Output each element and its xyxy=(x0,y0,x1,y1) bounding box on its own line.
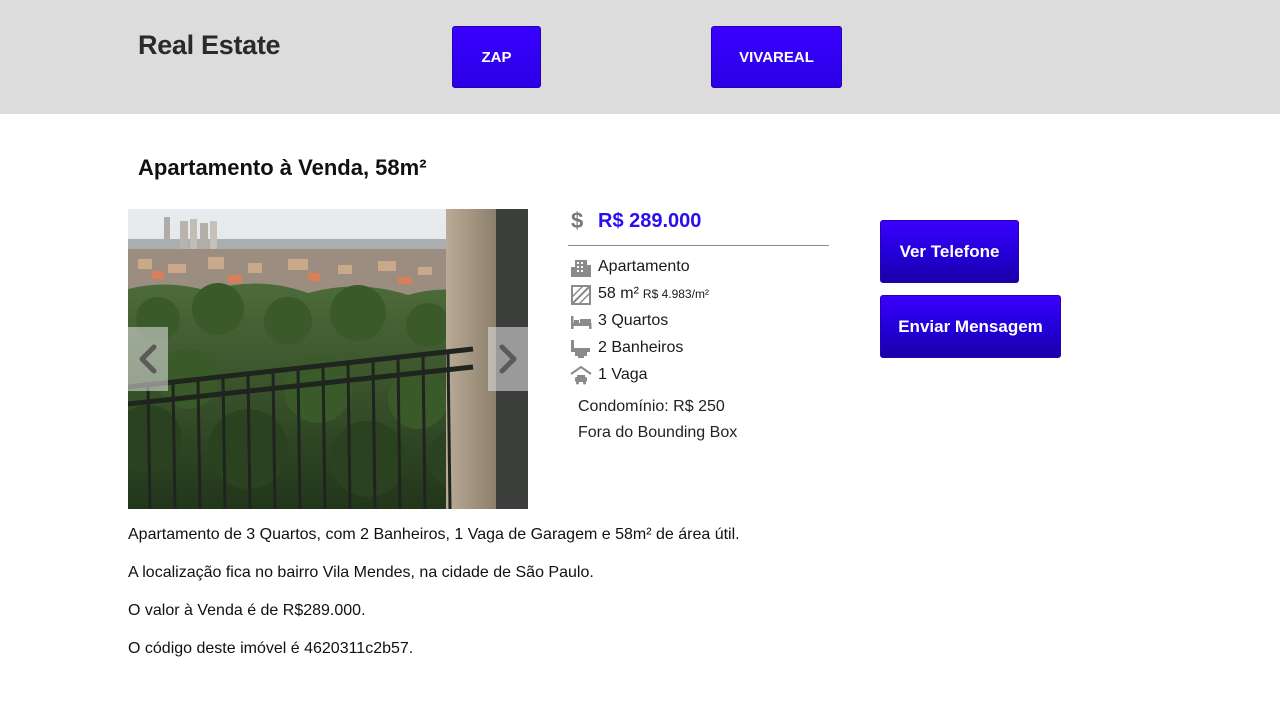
gallery-prev-button[interactable] xyxy=(128,327,168,391)
photo-gallery[interactable] xyxy=(128,209,528,509)
description-line: O valor à Venda é de R$289.000. xyxy=(128,602,366,619)
feature-type: Apartamento xyxy=(568,257,838,281)
page-title: Apartamento à Venda, 58m² xyxy=(138,155,427,180)
feature-bedrooms: 3 Quartos xyxy=(568,311,838,335)
bed-icon xyxy=(571,316,592,329)
chevron-right-icon xyxy=(499,344,517,374)
brand-title[interactable]: Real Estate xyxy=(138,30,281,61)
view-phone-button[interactable]: Ver Telefone xyxy=(880,220,1019,283)
price-per-m2: R$ 4.983/m² xyxy=(642,287,709,301)
feature-bathrooms: 2 Banheiros xyxy=(568,338,838,362)
feature-parking: 1 Vaga xyxy=(568,365,838,389)
chevron-left-icon xyxy=(139,344,157,374)
zap-button[interactable]: ZAP xyxy=(452,26,541,88)
price-row: $ R$ 289.000 xyxy=(568,207,829,246)
condominio-fee: Condomínio: R$ 250 xyxy=(578,398,725,415)
area-icon xyxy=(571,285,591,305)
description-line: Apartamento de 3 Quartos, com 2 Banheiro… xyxy=(128,526,740,543)
garage-icon xyxy=(570,366,592,385)
feature-type-text: Apartamento xyxy=(598,258,690,275)
feature-area-text: 58 m² R$ 4.983/m² xyxy=(598,285,709,303)
feature-area: 58 m² R$ 4.983/m² xyxy=(568,284,838,308)
building-icon xyxy=(571,260,591,277)
bathroom-icon xyxy=(571,340,590,358)
extra-note: Fora do Bounding Box xyxy=(578,424,738,441)
feature-bathrooms-text: 2 Banheiros xyxy=(598,339,684,356)
top-header: Real Estate ZAP VIVAREAL xyxy=(0,0,1280,114)
send-message-button[interactable]: Enviar Mensagem xyxy=(880,295,1061,358)
feature-parking-text: 1 Vaga xyxy=(598,366,648,383)
feature-bedrooms-text: 3 Quartos xyxy=(598,312,669,329)
description-line: A localização fica no bairro Vila Mendes… xyxy=(128,564,594,581)
dollar-icon: $ xyxy=(571,208,584,233)
area-value: 58 m² xyxy=(598,285,639,302)
vivareal-button[interactable]: VIVAREAL xyxy=(711,26,842,88)
description-line: O código deste imóvel é 4620311c2b57. xyxy=(128,640,414,657)
price-value: R$ 289.000 xyxy=(598,210,702,232)
listing-photo xyxy=(128,209,528,509)
gallery-next-button[interactable] xyxy=(488,327,528,391)
